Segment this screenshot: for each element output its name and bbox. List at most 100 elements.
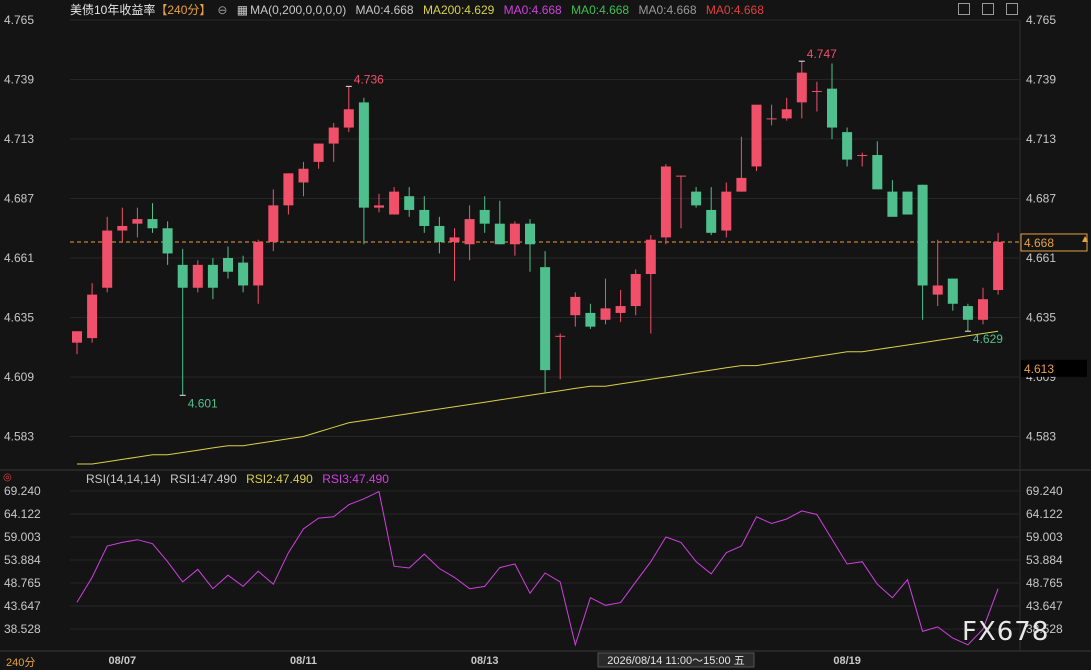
annotation-label: 4.629 [973,332,1003,346]
price-tick-right: 4.713 [1026,132,1056,146]
candle-body [691,191,702,206]
candle [223,246,233,279]
candle-body [781,109,792,119]
rsi1-value: RSI1:47.490 [170,472,237,486]
candle [781,97,792,121]
annotation-layer: 4.601 4.736 4.747 4.629 [179,47,1003,410]
ma200-value: MA200:4.629 [422,3,495,17]
candle-body [87,294,98,339]
candle [464,205,475,261]
candle-body [660,166,671,238]
candle [766,104,777,126]
candle-body [207,264,218,288]
price-tick-right: 4.687 [1026,192,1056,206]
candle [298,161,309,197]
candle [404,187,415,217]
price-tick-left: 4.739 [4,73,34,87]
last-price-arrow-icon: ▲ [1082,234,1089,243]
x-axis-label: 08/07 [109,655,137,667]
maximize-icon[interactable] [1006,3,1018,15]
x-axis-label: 08/13 [471,655,499,667]
candle-body [887,191,898,217]
candle [283,173,294,215]
rsi-tick-left: 43.647 [4,599,41,613]
price-tick-left: 4.661 [4,251,34,265]
candle-body [268,205,279,242]
price-tick-right: 4.583 [1026,430,1056,444]
price-tick-left: 4.687 [4,192,34,206]
price-tick-left: 4.609 [4,370,34,384]
indicator-name[interactable]: MA(0,200,0,0,0,0) [250,0,346,20]
rsi-tick-right: 59.003 [1026,530,1063,544]
candle-body [298,168,309,183]
candle-body [736,177,747,192]
candle [328,122,339,162]
candle [827,63,837,139]
candle-body [419,209,430,226]
candle [645,235,656,334]
candle-body [389,191,400,215]
candle-body [600,308,611,320]
candle [313,143,324,169]
candle [343,86,354,133]
candle-body [177,264,188,288]
price-tick-left: 4.635 [4,311,34,325]
candle [177,248,188,396]
crosshair-time-label: 2026/08/14 11:00～15:00 五 [607,655,744,667]
candle [932,239,943,307]
settings-icon[interactable]: ⊖ [217,0,227,20]
candle [736,136,747,192]
rsi-name[interactable]: RSI(14,14,14) [86,471,161,487]
candle [147,203,158,233]
candle-body [253,241,264,286]
candle [993,232,1004,295]
candle-body [766,118,777,120]
candle [102,216,113,293]
candle-body [932,285,943,295]
rsi-tick-right: 64.122 [1026,507,1063,521]
candle [811,81,822,112]
rsi-tick-left: 59.003 [4,530,41,544]
candlestick-chart[interactable]: 4.6014.7364.7474.629 4.765 4.7654.739 4.73… [0,0,1091,668]
ma0-value-5: MA0:4.668 [705,3,764,17]
price-tick-left: 4.583 [4,430,34,444]
rsi-header: RSI(14,14,14) RSI1:47.490 RSI2:47.490 RS… [86,471,395,487]
minimize-icon[interactable] [958,3,970,15]
rsi3-value: RSI3:47.490 [322,472,389,486]
period-label[interactable]: 【240分】 [155,0,211,20]
candle-body [902,191,913,215]
candle [358,97,369,245]
candle-body [721,191,732,231]
candle-body [238,262,249,286]
candle [721,182,732,238]
candle-body [162,228,173,254]
price-tick-right: 4.661 [1026,251,1056,265]
candle-body [192,264,203,288]
candle [902,191,913,215]
candle-body [343,109,354,128]
candle [117,207,128,242]
candle [72,331,82,355]
candle-body [313,143,324,162]
candle-body [283,173,294,206]
ma0-value-4: MA0:4.668 [638,3,697,17]
indicator-icon[interactable]: ▦ [237,0,248,20]
rsi2-value: RSI2:47.490 [246,472,313,486]
candle [917,184,928,320]
candle [600,278,611,325]
candle-body [615,306,626,313]
restore-icon[interactable] [982,3,994,15]
candle [434,216,445,254]
candle [479,196,490,233]
symbol-name: 美债10年收益率 [70,3,156,17]
candle-body [917,184,928,286]
rsi-tick-right: 48.765 [1026,576,1063,590]
candle-body [449,237,460,242]
candle [842,127,853,167]
rsi-layer [76,490,999,647]
candle [676,175,686,229]
ma0-value-2: MA0:4.668 [503,3,562,17]
rsi-marker-icon[interactable]: ◎ [3,472,12,483]
rsi-tick-left: 53.884 [4,553,41,567]
candle-body [404,196,415,210]
